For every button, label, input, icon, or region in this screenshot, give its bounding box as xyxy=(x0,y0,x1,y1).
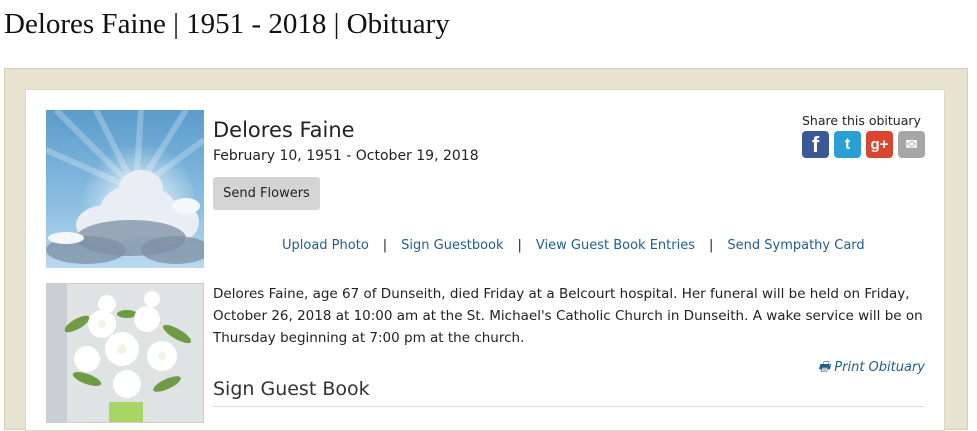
guest-book-heading: Sign Guest Book xyxy=(213,378,370,400)
print-obituary-link[interactable]: 🖶 Print Obituary xyxy=(818,358,925,380)
link-separator: | xyxy=(517,238,522,253)
email-icon[interactable]: ✉ xyxy=(898,131,925,158)
divider xyxy=(213,406,925,407)
print-obituary-label: Print Obituary xyxy=(834,360,925,375)
send-flowers-button[interactable]: Send Flowers xyxy=(213,177,320,210)
view-guest-book-link[interactable]: View Guest Book Entries xyxy=(536,238,695,253)
page-title: Delores Faine | 1951 - 2018 | Obituary xyxy=(4,8,450,40)
deceased-name: Delores Faine xyxy=(213,118,355,142)
upload-photo-link[interactable]: Upload Photo xyxy=(282,238,369,253)
google-plus-icon[interactable]: g+ xyxy=(866,131,893,158)
share-label: Share this obituary xyxy=(802,113,921,128)
printer-icon: 🖶 xyxy=(817,360,831,375)
obituary-text: Delores Faine, age 67 of Dunseith, died … xyxy=(213,286,923,346)
obituary-photo[interactable] xyxy=(46,110,204,268)
facebook-icon[interactable]: f xyxy=(802,131,829,158)
sign-guestbook-link[interactable]: Sign Guestbook xyxy=(401,238,503,253)
obituary-action-links: Upload Photo | Sign Guestbook | View Guest B… xyxy=(282,238,865,253)
link-separator: | xyxy=(708,238,714,253)
life-dates: February 10, 1951 - October 19, 2018 xyxy=(213,148,479,164)
twitter-icon[interactable]: t xyxy=(834,131,861,158)
link-separator: | xyxy=(382,238,388,253)
flowers-image[interactable] xyxy=(46,283,204,423)
send-sympathy-card-link[interactable]: Send Sympathy Card xyxy=(727,238,864,253)
